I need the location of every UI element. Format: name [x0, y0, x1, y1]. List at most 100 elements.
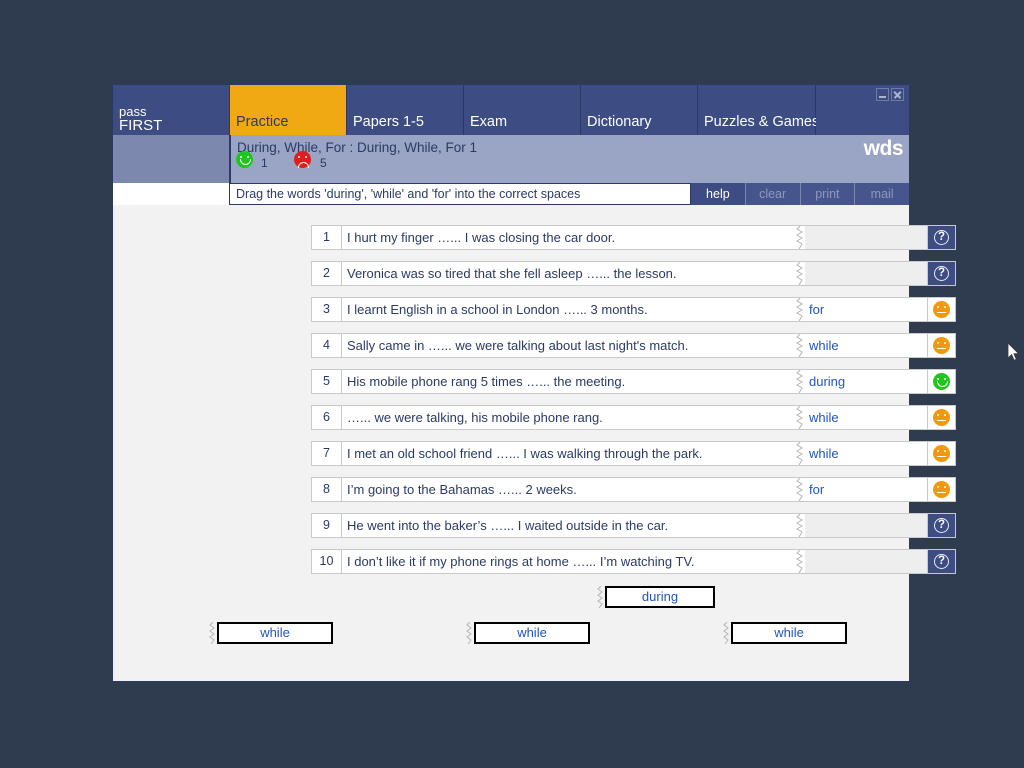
tab-exam-label: Exam: [470, 114, 508, 130]
question-number: 3: [312, 298, 342, 321]
question-number: 6: [312, 406, 342, 429]
answer-drop-slot[interactable]: while: [805, 334, 927, 357]
question-row: 4 Sally came in …... we were talking abou…: [311, 333, 956, 358]
draggable-word-tile[interactable]: while: [466, 622, 590, 644]
question-number: 10: [312, 550, 342, 573]
answer-drop-slot[interactable]: for: [805, 478, 927, 501]
draggable-word-tile[interactable]: while: [209, 622, 333, 644]
answer-drop-slot[interactable]: [805, 262, 927, 285]
tile-torn-edge: [723, 622, 731, 644]
help-question-icon[interactable]: ?: [927, 514, 955, 537]
tab-papers-1-5[interactable]: Papers 1-5: [347, 85, 464, 135]
tab-dictionary[interactable]: Dictionary: [581, 85, 698, 135]
answer-drop-slot[interactable]: for: [805, 298, 927, 321]
tab-dictionary-label: Dictionary: [587, 114, 652, 130]
question-number: 7: [312, 442, 342, 465]
question-sentence: Veronica was so tired that she fell asle…: [342, 262, 796, 285]
torn-edge-divider: [796, 370, 805, 393]
score-correct: 1: [261, 156, 268, 170]
help-question-icon[interactable]: ?: [927, 550, 955, 573]
brand-line-2: FIRST: [119, 117, 163, 134]
question-sentence: I’m going to the Bahamas …... 2 weeks.: [342, 478, 796, 501]
answer-drop-slot[interactable]: [805, 550, 927, 573]
question-row: 1I hurt my finger …... I was closing the…: [311, 225, 956, 250]
draggable-word-tile[interactable]: while: [723, 622, 847, 644]
torn-edge-divider: [796, 334, 805, 357]
question-mark-glyph: ?: [934, 518, 949, 533]
score-wrong: 5: [320, 156, 327, 170]
draggable-word-tile[interactable]: during: [597, 586, 715, 608]
torn-edge-divider: [796, 550, 805, 573]
word-tile-label: while: [731, 622, 847, 644]
question-row: 2 Veronica was so tired that she fell asl…: [311, 261, 956, 286]
question-sentence: …... we were talking, his mobile phone r…: [342, 406, 796, 429]
tile-torn-edge: [466, 622, 474, 644]
title-strip: During, While, For : During, While, For …: [113, 135, 909, 183]
clear-button[interactable]: clear: [745, 183, 801, 205]
question-sentence: His mobile phone rang 5 times …... the m…: [342, 370, 796, 393]
print-button[interactable]: print: [800, 183, 856, 205]
help-question-icon[interactable]: ?: [927, 262, 955, 285]
question-number: 8: [312, 478, 342, 501]
tab-puzzles-and-games-label: Puzzles & Games: [704, 114, 820, 130]
neutral-face-icon: [927, 334, 955, 357]
happy-face-icon: [236, 151, 253, 168]
tab-bar: pass FIRST Practice Papers 1-5 Exam Dict…: [113, 85, 909, 135]
question-row: 5 His mobile phone rang 5 times …... the …: [311, 369, 956, 394]
happy-face-glyph: [933, 373, 950, 390]
word-tile-label: while: [474, 622, 590, 644]
torn-edge-divider: [796, 406, 805, 429]
torn-edge-divider: [796, 298, 805, 321]
neutral-face-glyph: [933, 301, 950, 318]
neutral-face-glyph: [933, 445, 950, 462]
tab-exam[interactable]: Exam: [464, 85, 581, 135]
wds-logo: wds: [863, 137, 904, 160]
question-sentence: I learnt English in a school in London ……: [342, 298, 796, 321]
question-mark-glyph: ?: [934, 266, 949, 281]
question-mark-glyph: ?: [934, 230, 949, 245]
answer-drop-slot[interactable]: while: [805, 406, 927, 429]
torn-edge-divider: [796, 514, 805, 537]
answer-drop-slot[interactable]: during: [805, 370, 927, 393]
question-row: 10 I don’t like it if my phone rings at h…: [311, 549, 956, 574]
tab-practice[interactable]: Practice: [230, 85, 347, 135]
neutral-face-icon: [927, 298, 955, 321]
answer-drop-slot[interactable]: while: [805, 442, 927, 465]
question-row: 6…... we were talking, his mobile phone …: [311, 405, 956, 430]
happy-face-icon: [927, 370, 955, 393]
tile-torn-edge: [209, 622, 217, 644]
close-icon[interactable]: [891, 88, 904, 101]
tab-practice-label: Practice: [236, 114, 289, 130]
question-sentence: Sally came in …... we were talking about…: [342, 334, 796, 357]
torn-edge-divider: [796, 226, 805, 249]
question-number: 4: [312, 334, 342, 357]
instruction-bar: Drag the words 'during', 'while' and 'fo…: [113, 183, 909, 205]
question-row: 3I learnt English in a school in London …: [311, 297, 956, 322]
question-row: 8 I’m going to the Bahamas …... 2 weeks. f…: [311, 477, 956, 502]
mail-button[interactable]: mail: [855, 183, 909, 205]
help-button[interactable]: help: [691, 183, 746, 205]
instruction-text: Drag the words 'during', 'while' and 'fo…: [229, 183, 691, 205]
mouse-pointer-icon: [1007, 342, 1020, 362]
instruction-left-pad: [113, 183, 230, 205]
tile-torn-edge: [597, 586, 605, 608]
toolbar-buttons: help clear print mail: [691, 183, 909, 205]
word-tile-label: during: [605, 586, 715, 608]
question-row: 9 He went into the baker’s …... I waited …: [311, 513, 956, 538]
neutral-face-glyph: [933, 409, 950, 426]
question-number: 1: [312, 226, 342, 249]
help-question-icon[interactable]: ?: [927, 226, 955, 249]
question-number: 9: [312, 514, 342, 537]
sad-face-icon: [294, 151, 311, 168]
torn-edge-divider: [796, 478, 805, 501]
answer-drop-slot[interactable]: [805, 226, 927, 249]
neutral-face-icon: [927, 406, 955, 429]
word-tile-label: while: [217, 622, 333, 644]
score-panel: [113, 135, 230, 183]
minimize-icon[interactable]: [876, 88, 889, 101]
answer-drop-slot[interactable]: [805, 514, 927, 537]
page-title: During, While, For : During, While, For …: [237, 140, 478, 155]
question-sentence: He went into the baker’s …... I waited o…: [342, 514, 796, 537]
tab-puzzles-and-games[interactable]: Puzzles & Games: [698, 85, 820, 135]
exercise-title-area: During, While, For : During, While, For …: [230, 135, 909, 183]
